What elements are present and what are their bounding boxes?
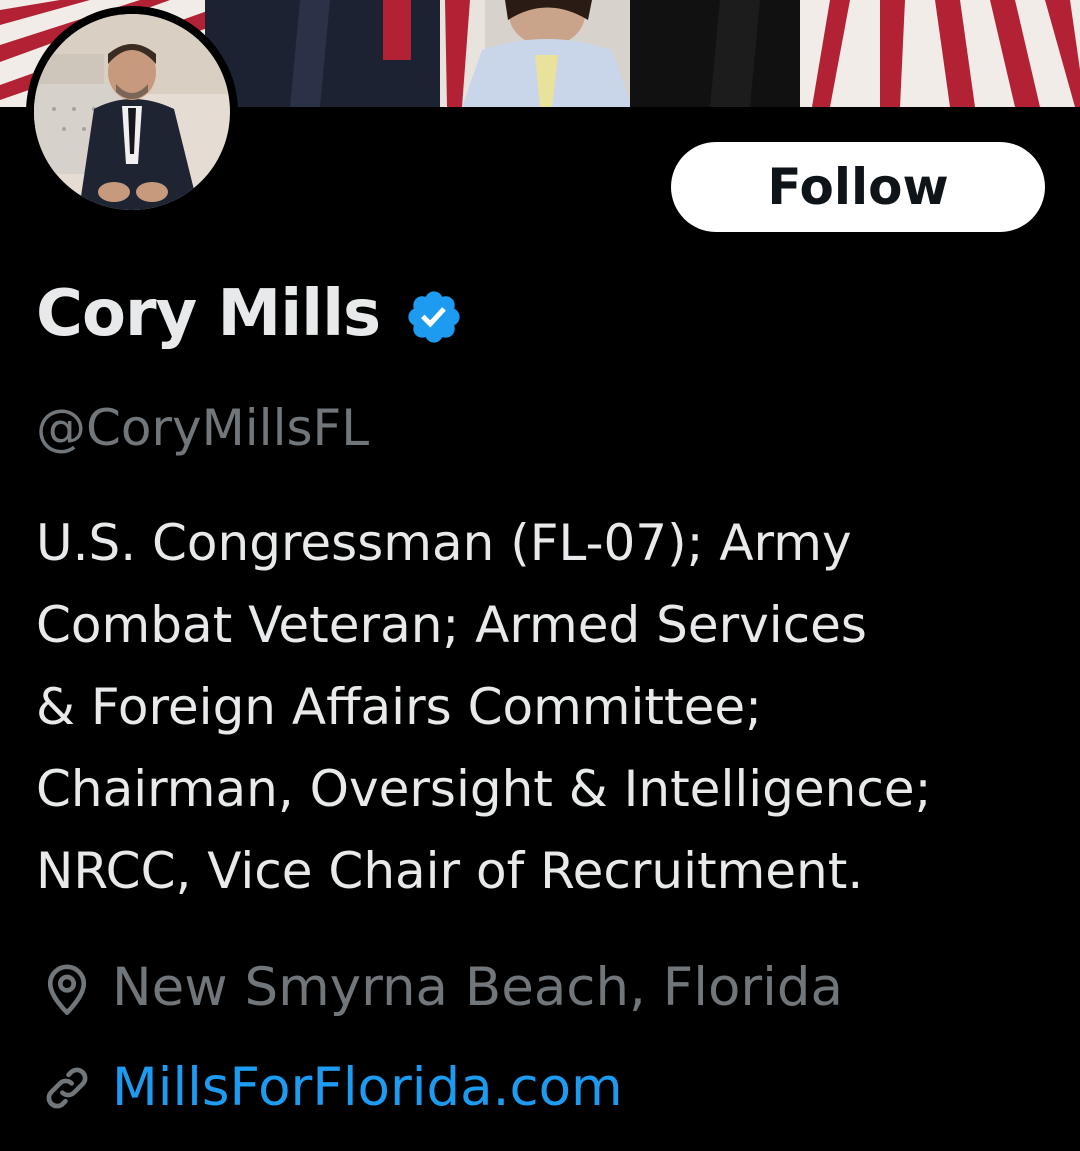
verified-badge-icon[interactable]	[404, 287, 464, 347]
location-text: New Smyrna Beach, Florida	[112, 957, 844, 1018]
display-name: Cory Mills	[36, 277, 381, 351]
follow-button[interactable]: Follow	[671, 142, 1045, 232]
profile-avatar[interactable]	[26, 6, 238, 218]
profile-handle: @CoryMillsFL	[36, 399, 370, 457]
bio-line: U.S. Congressman (FL-07); Army	[36, 514, 852, 572]
website-link[interactable]: MillsForFlorida.com	[112, 1048, 623, 1128]
location-pin-icon	[36, 957, 98, 1019]
profile-bio: U.S. Congressman (FL-07); Army Combat Ve…	[36, 502, 1066, 912]
profile-location: New Smyrna Beach, Florida	[36, 948, 843, 1028]
bio-line: & Foreign Affairs Committee;	[36, 678, 762, 736]
link-icon	[36, 1057, 98, 1119]
profile-name-row: Cory Mills	[36, 274, 464, 354]
profile-page: Follow Cory Mills @CoryMillsFL U.S. Cong…	[0, 0, 1080, 1151]
bio-line: NRCC, Vice Chair of Recruitment.	[36, 842, 864, 900]
bio-line: Chairman, Oversight & Intelligence;	[36, 760, 932, 818]
bio-line: Combat Veteran; Armed Services	[36, 596, 867, 654]
profile-website: MillsForFlorida.com	[36, 1048, 623, 1128]
avatar-photo	[34, 14, 230, 210]
